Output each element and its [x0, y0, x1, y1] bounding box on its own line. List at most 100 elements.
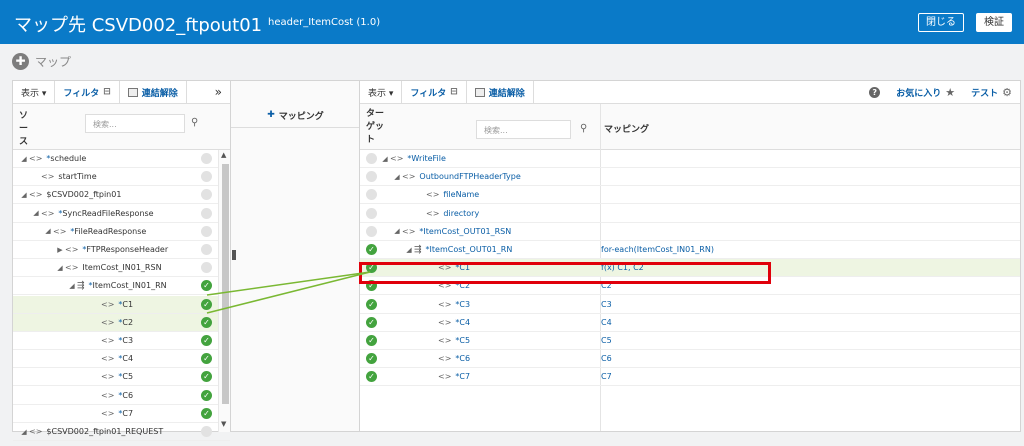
- tree-row[interactable]: ✓ <> * C5 C5: [360, 332, 1020, 350]
- tree-row[interactable]: <> * C5 ✓: [13, 368, 230, 387]
- tree-row[interactable]: ◢ ⇶ * ItemCost_IN01_RN ✓: [13, 277, 230, 296]
- element-icon: <>: [438, 336, 452, 345]
- tree-row[interactable]: <> * C1 ✓: [13, 295, 230, 314]
- tree-row[interactable]: ✓ <> * C7 C7: [360, 368, 1020, 387]
- target-panel: 表示 ▾ フィルタ ⊟ 連結解除 ? お気に入り ★ テスト ⚙ ター ゲッ ト…: [359, 80, 1021, 432]
- filter-icon: ⊟: [450, 87, 458, 97]
- tree-row[interactable]: <> * C6 ✓: [13, 387, 230, 405]
- collapse-icon[interactable]: ◢: [43, 227, 53, 235]
- collapse-icon[interactable]: ◢: [55, 264, 65, 272]
- tree-row[interactable]: ◢ <> ItemCost_IN01_RSN: [13, 259, 230, 278]
- collapse-icon[interactable]: ◢: [19, 191, 29, 199]
- tree-row[interactable]: ◢ <> * FileReadResponse: [13, 223, 230, 241]
- tree-row[interactable]: ✓ ◢ ⇶ * ItemCost_OUT01_RN for-each(ItemCost_I…: [360, 241, 1020, 259]
- expand-icon[interactable]: ▶: [55, 246, 65, 254]
- tree-row-label: $CSVD002_ftpin01: [46, 190, 122, 200]
- splitter-handle[interactable]: [232, 250, 236, 260]
- tree-row-label: ItemCost_OUT01_RSN: [423, 226, 512, 236]
- close-button[interactable]: 閉じる: [918, 13, 964, 32]
- mapping-expression[interactable]: C5: [601, 336, 612, 345]
- collapse-icon[interactable]: ◢: [392, 227, 402, 235]
- source-view-menu[interactable]: 表示 ▾: [13, 81, 56, 103]
- tree-row[interactable]: ✓ <> * C4 C4: [360, 314, 1020, 332]
- scroll-down-icon[interactable]: ▼: [221, 420, 226, 428]
- tree-row-label: C1: [122, 299, 134, 309]
- favorites-button[interactable]: お気に入り ★: [888, 81, 963, 103]
- source-search-input[interactable]: 検索...: [85, 114, 185, 133]
- mapping-expression[interactable]: C4: [601, 318, 612, 327]
- collapse-icon[interactable]: ◢: [67, 282, 77, 290]
- element-icon: <>: [101, 408, 115, 418]
- mapping-expression[interactable]: C6: [601, 354, 612, 363]
- tree-row[interactable]: ◢ <> OutboundFTPHeaderType: [360, 168, 1020, 187]
- tree-row[interactable]: ◢ <> * schedule: [13, 150, 230, 168]
- star-icon: ★: [945, 85, 956, 99]
- scroll-thumb[interactable]: [222, 164, 229, 404]
- tree-row[interactable]: <> * C3 ✓: [13, 332, 230, 350]
- mapper-icon: ✚: [12, 52, 29, 70]
- tree-row[interactable]: <> * C2 ✓: [13, 313, 230, 332]
- collapse-icon[interactable]: ◢: [392, 173, 402, 181]
- mapping-expression[interactable]: C7: [601, 372, 612, 381]
- element-icon: <>: [438, 317, 452, 327]
- tree-row-label: FTPResponseHeader: [86, 245, 169, 254]
- element-icon: <>: [101, 354, 115, 364]
- element-icon: <>: [29, 154, 43, 163]
- target-filter-label: フィルタ: [410, 88, 447, 99]
- unmapped-status-icon: [201, 225, 212, 237]
- tree-row[interactable]: <> * C4 ✓: [13, 350, 230, 369]
- breadcrumb: ✚ マップ: [12, 52, 71, 70]
- tree-row[interactable]: ◢ <> * SyncReadFileResponse: [13, 205, 230, 223]
- unmapped-status-icon: [201, 153, 212, 164]
- collapse-panel-button[interactable]: »: [207, 81, 230, 103]
- unmapped-status-icon: [201, 189, 212, 201]
- unmapped-status-icon: [366, 225, 377, 237]
- tree-row[interactable]: ◢ <> $CSVD002_ftpin01_REQUEST: [13, 423, 230, 441]
- target-unlink-button[interactable]: 連結解除: [467, 81, 534, 103]
- mapping-canvas-header: ✚ マッピング: [231, 105, 360, 125]
- collapse-icon[interactable]: ◢: [380, 155, 390, 163]
- search-icon[interactable]: ⚲: [191, 117, 198, 128]
- target-view-menu[interactable]: 表示 ▾: [360, 81, 403, 103]
- tree-row[interactable]: <> directory: [360, 205, 1020, 223]
- tree-row[interactable]: ◢ <> * WriteFile: [360, 150, 1020, 168]
- tree-row[interactable]: ◢ <> $CSVD002_ftpin01: [13, 186, 230, 205]
- validate-button[interactable]: 検証: [976, 13, 1012, 32]
- tree-row[interactable]: <> startTime: [13, 168, 230, 187]
- test-button[interactable]: テスト ⚙: [963, 81, 1020, 103]
- mapped-status-icon: ✓: [201, 389, 212, 401]
- source-unlink-button[interactable]: 連結解除: [120, 81, 187, 103]
- mapping-expression[interactable]: for-each(ItemCost_IN01_RN): [601, 245, 714, 254]
- tree-row[interactable]: <> * C7 ✓: [13, 405, 230, 423]
- target-search-input[interactable]: 検索...: [476, 120, 571, 139]
- search-icon[interactable]: ⚲: [580, 123, 587, 134]
- target-filter-button[interactable]: フィルタ ⊟: [402, 81, 467, 103]
- collapse-icon[interactable]: ◢: [31, 209, 41, 217]
- mapping-expression[interactable]: C3: [601, 300, 612, 309]
- scroll-up-icon[interactable]: ▲: [221, 151, 226, 159]
- element-icon: <>: [426, 190, 440, 200]
- source-filter-button[interactable]: フィルタ ⊟: [55, 81, 120, 103]
- tree-row[interactable]: ◢ <> * ItemCost_OUT01_RSN: [360, 223, 1020, 241]
- collapse-icon[interactable]: ◢: [19, 428, 29, 436]
- mapping-column-label: マッピング: [604, 125, 650, 135]
- source-scrollbar[interactable]: ▲ ▼: [218, 150, 230, 432]
- collapse-icon[interactable]: ◢: [404, 246, 414, 254]
- element-icon: <>: [438, 372, 452, 382]
- tree-row[interactable]: ▶ <> * FTPResponseHeader: [13, 241, 230, 259]
- divider: [231, 127, 360, 128]
- unmapped-status-icon: [201, 426, 212, 437]
- collapse-icon[interactable]: ◢: [19, 155, 29, 163]
- mapped-status-icon: ✓: [201, 353, 212, 365]
- target-unlink-label: 連結解除: [488, 88, 525, 99]
- tree-row-label: C4: [122, 354, 134, 364]
- help-button[interactable]: ?: [861, 81, 888, 103]
- tree-row[interactable]: ✓ <> * C6 C6: [360, 350, 1020, 369]
- tree-row[interactable]: ✓ <> * C3 C3: [360, 296, 1020, 314]
- element-icon: <>: [65, 263, 79, 273]
- tree-row[interactable]: <> fileName: [360, 186, 1020, 205]
- tree-row-label: SyncReadFileResponse: [62, 208, 154, 218]
- target-column-label: ター ゲッ ト: [366, 109, 385, 145]
- tree-row-label: C5: [122, 372, 134, 382]
- element-icon: <>: [29, 190, 43, 200]
